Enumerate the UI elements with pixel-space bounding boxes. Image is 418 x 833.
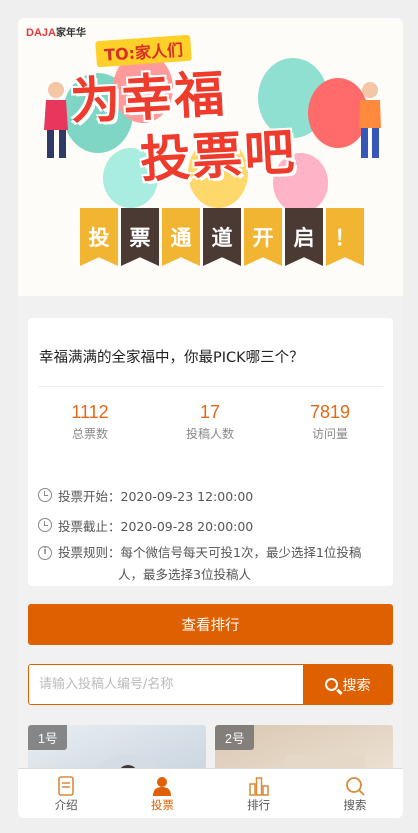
vote-info-card: 幸福满满的全家福中，你最PICK哪三个？ 1112 总票数 17 投稿人数 78… (28, 318, 393, 586)
flag: 通 (162, 208, 200, 266)
search-icon (324, 678, 338, 691)
flag: ！ (326, 208, 364, 266)
tab-ranking[interactable]: 排行 (211, 769, 307, 818)
stat-visits: 7819 访问量 (270, 402, 390, 442)
stat-value: 17 (199, 402, 221, 422)
stat-total-votes: 1112 总票数 (30, 402, 150, 442)
flag: 启 (285, 208, 323, 266)
voting-channel-flags: 投 票 通 道 开 启 ！ (80, 208, 364, 266)
clock-icon (38, 518, 52, 532)
search-input[interactable] (29, 665, 304, 704)
flag: 开 (244, 208, 282, 266)
flag: 道 (203, 208, 241, 266)
vote-question: 幸福满满的全家福中，你最PICK哪三个？ (39, 350, 304, 366)
document-icon (58, 776, 74, 796)
flag: 投 (80, 208, 118, 266)
search-button[interactable]: 搜索 (303, 665, 392, 704)
tab-search[interactable]: 搜索 (307, 769, 403, 818)
bar-chart-icon (248, 777, 269, 796)
bottom-tab-bar: 介绍 投票 排行 搜索 (18, 768, 403, 818)
stat-contributors: 17 投稿人数 (150, 402, 270, 442)
vote-rules: i 投票规则：每个微信号每天可投1次，最少选择1位投稿 人，最多选择3位投稿人 (38, 542, 361, 586)
stat-label: 访问量 (311, 427, 348, 441)
vote-start-time: 投票开始：2020-09-23 12:00:00 (38, 486, 253, 505)
headline-line-2: 投票吧 (138, 122, 298, 190)
search-icon (345, 777, 365, 796)
info-icon: i (38, 546, 52, 560)
stat-label: 总票数 (71, 427, 108, 441)
candidate-number-badge: 1号 (28, 725, 68, 750)
banner: DAJA家年华 TO:家人们 为幸福 投票吧 投 票 通 道 开 启 ！ (18, 18, 403, 296)
divider (38, 386, 383, 387)
vote-end-time: 投票截止：2020-09-28 20:00:00 (38, 516, 253, 535)
view-ranking-button[interactable]: 查看排行 (28, 604, 393, 645)
stat-value: 1112 (71, 402, 109, 422)
tab-intro[interactable]: 介绍 (18, 769, 114, 818)
man-illustration (359, 82, 381, 158)
stat-label: 投稿人数 (185, 427, 234, 441)
flag: 票 (121, 208, 159, 266)
search-bar: 搜索 (28, 664, 393, 705)
tab-vote[interactable]: 投票 (114, 769, 210, 818)
candidate-number-badge: 2号 (215, 725, 255, 750)
app-screen: DAJA家年华 TO:家人们 为幸福 投票吧 投 票 通 道 开 启 ！ 幸福满… (18, 18, 403, 818)
clock-icon (38, 488, 52, 502)
brand-logo: DAJA家年华 (26, 27, 86, 39)
stat-value: 7819 (309, 402, 351, 422)
person-icon (153, 777, 172, 796)
